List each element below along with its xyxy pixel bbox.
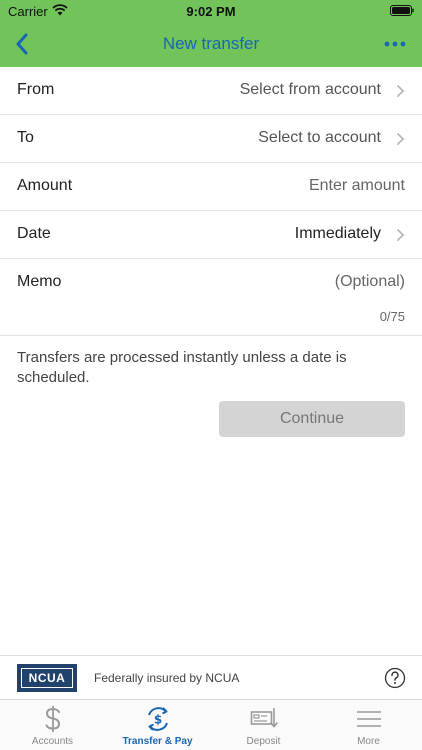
amount-input[interactable]: Enter amount <box>309 177 405 195</box>
memo-input[interactable]: (Optional) <box>335 273 405 291</box>
from-account-row[interactable]: From Select from account <box>0 67 422 115</box>
transfer-notice: Transfers are processed instantly unless… <box>17 349 347 386</box>
svg-text:$: $ <box>153 713 161 727</box>
help-icon[interactable] <box>384 667 406 689</box>
to-account-row[interactable]: To Select to account <box>0 115 422 163</box>
memo-character-counter: 0/75 <box>379 309 405 324</box>
ellipsis-icon <box>384 41 406 47</box>
date-row[interactable]: Date Immediately <box>0 211 422 259</box>
menu-icon <box>356 711 381 727</box>
status-bar: Carrier 9:02 PM <box>0 0 422 22</box>
battery-icon <box>390 5 414 16</box>
transfer-form: From Select from account To Select to ac… <box>0 67 422 336</box>
navbar: New transfer <box>0 22 422 67</box>
date-label: Date <box>17 225 51 242</box>
ncua-logo: NCUA <box>17 664 77 692</box>
chevron-right-icon <box>397 133 405 145</box>
tab-more[interactable]: More <box>316 700 421 750</box>
ncua-footer: NCUA Federally insured by NCUA <box>0 655 422 699</box>
chevron-right-icon <box>397 229 405 241</box>
tab-accounts-label: Accounts <box>31 736 74 747</box>
more-options-button[interactable] <box>378 30 412 58</box>
chevron-right-icon <box>397 85 405 97</box>
tab-transfer-pay[interactable]: $ Transfer & Pay <box>105 700 210 750</box>
deposit-check-icon <box>250 708 278 728</box>
dollar-icon <box>45 706 60 732</box>
memo-row[interactable]: Memo (Optional) 0/75 <box>0 259 422 336</box>
ncua-logo-text: NCUA <box>21 668 73 688</box>
to-account-value[interactable]: Select to account <box>258 129 381 147</box>
amount-row[interactable]: Amount Enter amount <box>0 163 422 211</box>
header: Carrier 9:02 PM New transfer <box>0 0 422 67</box>
insured-text: Federally insured by NCUA <box>94 671 240 685</box>
tab-transfer-pay-label: Transfer & Pay <box>122 736 193 747</box>
continue-button[interactable]: Continue <box>219 401 405 437</box>
memo-label: Memo <box>17 273 62 290</box>
transfer-icon: $ <box>147 707 168 731</box>
tab-bar: Accounts $ Transfer & Pay Deposit More <box>0 699 422 750</box>
tab-deposit[interactable]: Deposit <box>211 700 316 750</box>
date-value[interactable]: Immediately <box>295 225 381 243</box>
to-label: To <box>17 129 34 146</box>
tab-more-label: More <box>357 736 380 747</box>
amount-label: Amount <box>17 177 73 194</box>
page-title: New transfer <box>162 34 260 53</box>
tab-deposit-label: Deposit <box>246 736 281 747</box>
clock: 9:02 PM <box>186 4 236 19</box>
from-account-value[interactable]: Select from account <box>240 81 381 99</box>
from-label: From <box>17 81 55 98</box>
tab-accounts[interactable]: Accounts <box>0 700 105 750</box>
